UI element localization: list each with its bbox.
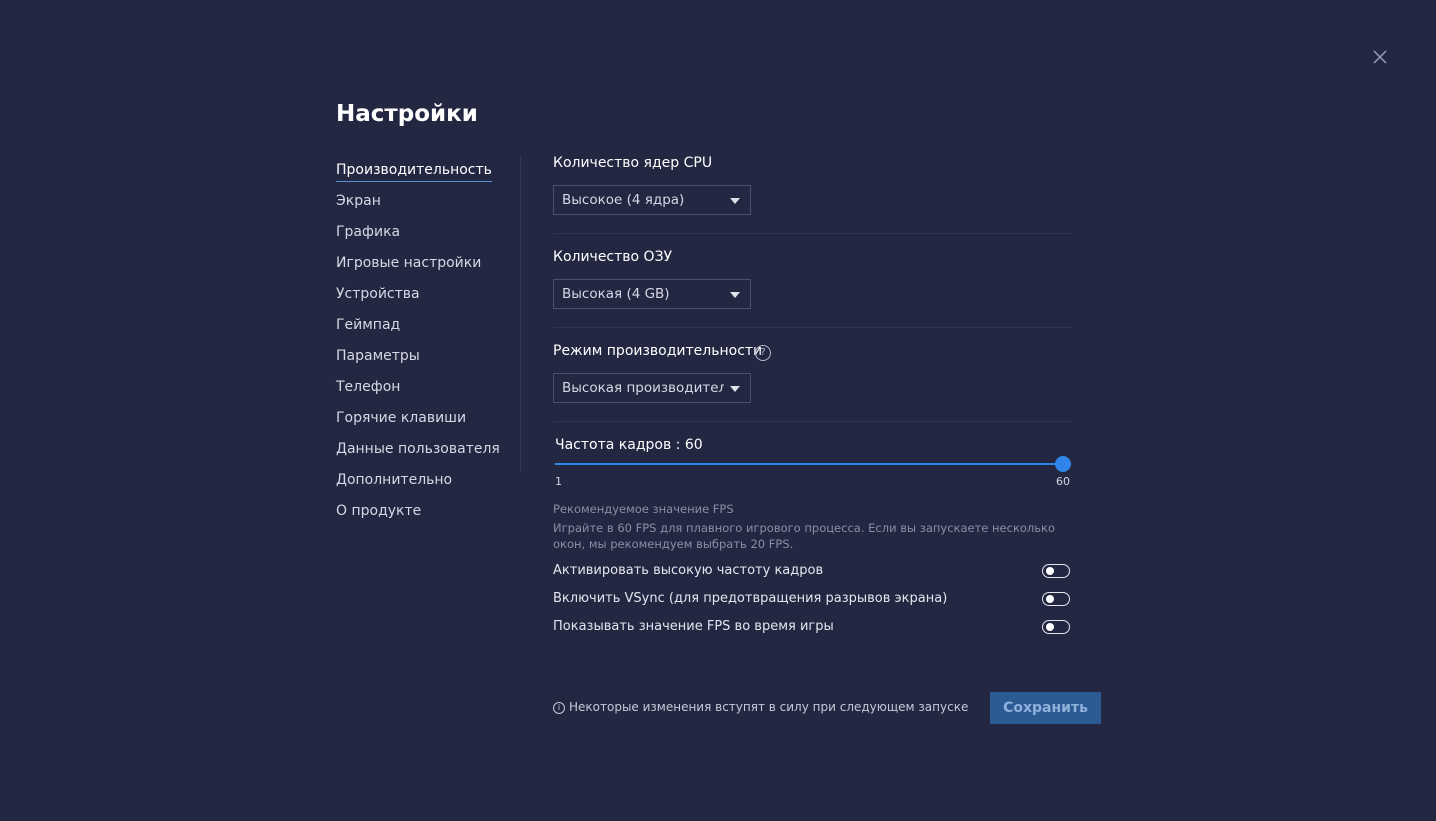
ram-select[interactable]: Высокая (4 GB) xyxy=(553,279,751,309)
vsync-label: Включить VSync (для предотвращения разры… xyxy=(553,591,948,606)
sidebar-item-hotkeys[interactable]: Горячие клавиши xyxy=(336,408,506,439)
page-title: Настройки xyxy=(336,101,478,127)
cpu-cores-select[interactable]: Высокое (4 ядра) xyxy=(553,185,751,215)
close-button[interactable] xyxy=(1370,47,1390,67)
performance-mode-label: Режим производительности xyxy=(553,343,763,359)
fps-min-label: 1 xyxy=(555,475,562,488)
high-fps-toggle[interactable] xyxy=(1042,564,1070,578)
sidebar-item-label: Параметры xyxy=(336,348,420,364)
sidebar-item-label: Производительность xyxy=(336,160,492,182)
sidebar-item-label: Данные пользователя xyxy=(336,441,500,457)
sidebar-item-label: Графика xyxy=(336,224,401,240)
sidebar-item-gamepad[interactable]: Геймпад xyxy=(336,315,506,346)
settings-sidebar: Производительность Экран Графика Игровые… xyxy=(336,160,506,532)
fps-slider-fill xyxy=(555,463,1063,465)
save-button[interactable]: Сохранить xyxy=(990,692,1101,724)
sidebar-item-parameters[interactable]: Параметры xyxy=(336,346,506,377)
divider xyxy=(553,233,1072,234)
high-fps-row: Активировать высокую частоту кадров xyxy=(553,562,1070,582)
sidebar-item-label: Дополнительно xyxy=(336,472,453,488)
performance-mode-select[interactable]: Высокая производительность xyxy=(553,373,751,403)
show-fps-row: Показывать значение FPS во время игры xyxy=(553,618,1070,638)
cpu-cores-value: Высокое (4 ядра) xyxy=(562,192,685,208)
sidebar-item-label: О продукте xyxy=(336,503,422,519)
fps-label: Частота кадров : 60 xyxy=(555,437,703,453)
sidebar-item-screen[interactable]: Экран xyxy=(336,191,506,222)
help-icon[interactable]: ? xyxy=(755,345,771,361)
sidebar-item-label: Устройства xyxy=(336,286,420,302)
restart-note: i Некоторые изменения вступят в силу при … xyxy=(553,700,968,714)
cpu-cores-label: Количество ядер CPU xyxy=(553,155,713,171)
chevron-down-icon xyxy=(730,386,740,392)
restart-note-text: Некоторые изменения вступят в силу при с… xyxy=(569,700,969,714)
sidebar-item-devices[interactable]: Устройства xyxy=(336,284,506,315)
sidebar-item-label: Горячие клавиши xyxy=(336,410,467,426)
divider xyxy=(553,327,1072,328)
fps-slider[interactable] xyxy=(555,456,1071,472)
sidebar-item-label: Телефон xyxy=(336,379,401,395)
vsync-row: Включить VSync (для предотвращения разры… xyxy=(553,590,1070,610)
show-fps-toggle[interactable] xyxy=(1042,620,1070,634)
high-fps-label: Активировать высокую частоту кадров xyxy=(553,563,824,578)
ram-label: Количество ОЗУ xyxy=(553,249,673,265)
vsync-toggle[interactable] xyxy=(1042,592,1070,606)
close-icon xyxy=(1373,50,1387,64)
sidebar-divider xyxy=(520,156,521,472)
show-fps-label: Показывать значение FPS во время игры xyxy=(553,619,834,634)
sidebar-item-game-settings[interactable]: Игровые настройки xyxy=(336,253,506,284)
sidebar-item-user-data[interactable]: Данные пользователя xyxy=(336,439,506,470)
sidebar-item-phone[interactable]: Телефон xyxy=(336,377,506,408)
fps-max-label: 60 xyxy=(1056,475,1070,488)
ram-value: Высокая (4 GB) xyxy=(562,286,670,302)
performance-mode-value: Высокая производительность xyxy=(562,380,724,396)
sidebar-item-advanced[interactable]: Дополнительно xyxy=(336,470,506,501)
chevron-down-icon xyxy=(730,198,740,204)
fps-recommendation-title: Рекомендуемое значение FPS xyxy=(553,502,734,516)
sidebar-item-about[interactable]: О продукте xyxy=(336,501,506,532)
divider xyxy=(553,421,1072,422)
toggle-knob xyxy=(1046,567,1054,575)
sidebar-item-performance[interactable]: Производительность xyxy=(336,160,506,191)
toggle-knob xyxy=(1046,595,1054,603)
sidebar-item-label: Экран xyxy=(336,193,381,209)
sidebar-item-label: Игровые настройки xyxy=(336,255,482,271)
sidebar-item-graphics[interactable]: Графика xyxy=(336,222,506,253)
info-icon: i xyxy=(553,702,565,714)
fps-slider-handle[interactable] xyxy=(1055,456,1071,472)
chevron-down-icon xyxy=(730,292,740,298)
fps-recommendation-text: Играйте в 60 FPS для плавного игрового п… xyxy=(553,521,1056,551)
toggle-knob xyxy=(1046,623,1054,631)
sidebar-item-label: Геймпад xyxy=(336,317,401,333)
settings-window: Настройки Производительность Экран Графи… xyxy=(0,0,1436,821)
